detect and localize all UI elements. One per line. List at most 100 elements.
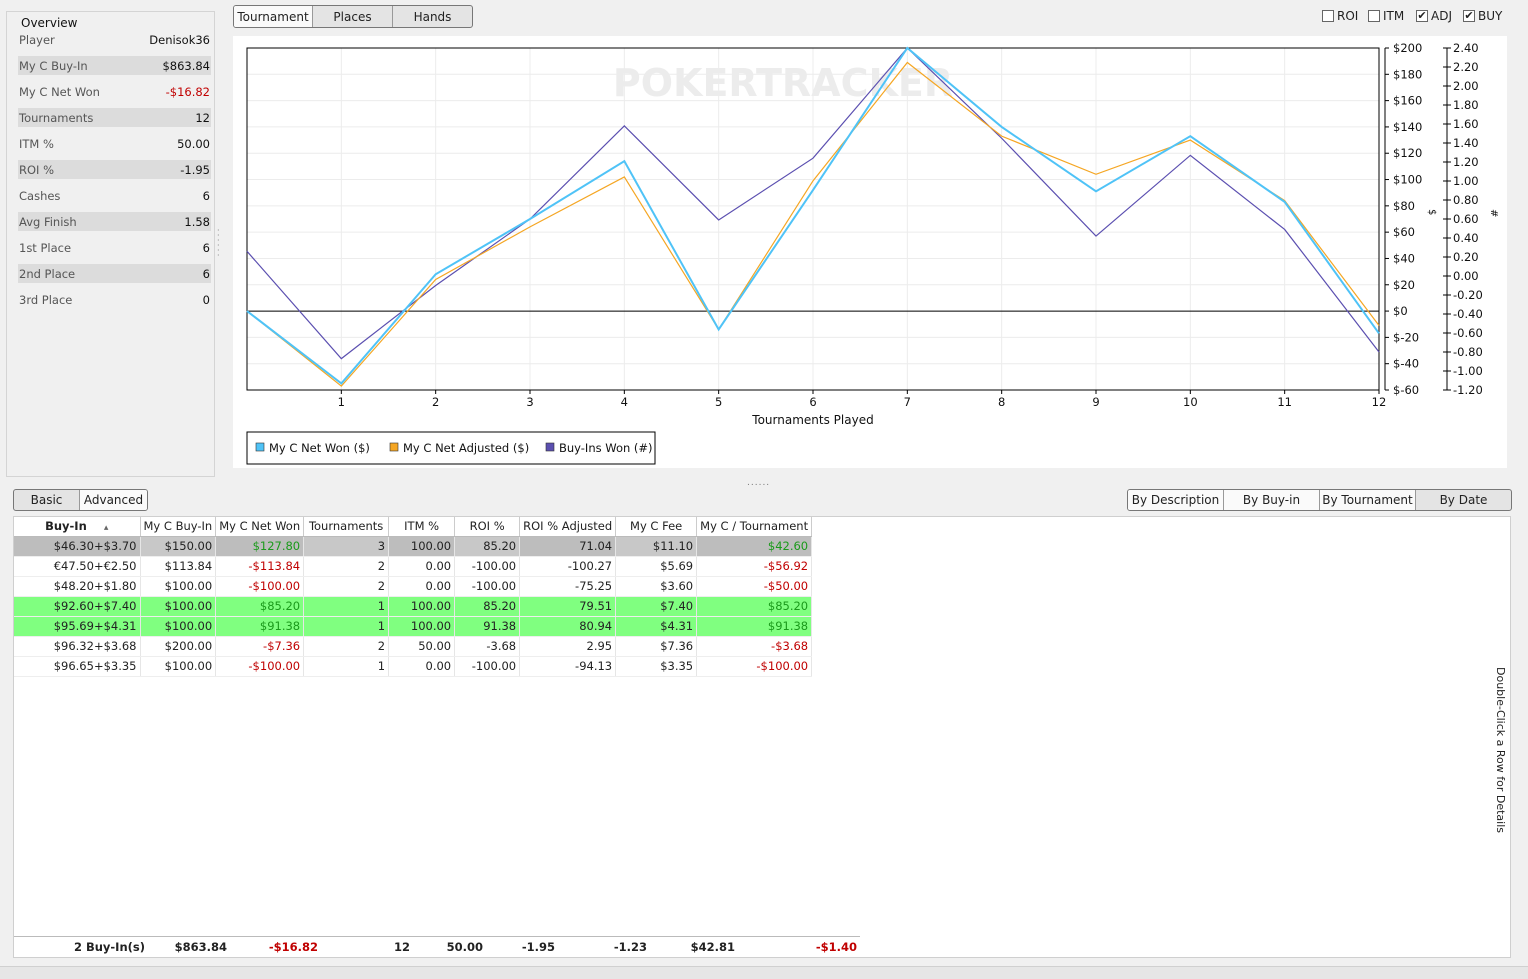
- overview-label: 2nd Place: [19, 266, 76, 281]
- table-row[interactable]: €47.50+€2.50 $113.84 -$113.84 2 0.00 -100.00-…: [14, 556, 813, 577]
- total-cell: 12: [393, 940, 410, 954]
- table-cell: -94.13: [519, 656, 617, 677]
- checkbox-adj[interactable]: ✔ ADJ: [1416, 9, 1452, 23]
- table-row[interactable]: $48.20+$1.80 $100.00 -$100.00 2 0.00 -100.00-…: [14, 576, 813, 597]
- x-tick-label: 2: [432, 395, 439, 409]
- table-cell: $100.00: [140, 656, 217, 677]
- overview-value: 6: [202, 240, 210, 255]
- total-cell: 2 Buy-In(s): [73, 940, 145, 954]
- tab-by-buy-in[interactable]: By Buy-in: [1224, 490, 1320, 510]
- column-header[interactable]: ROI %: [454, 517, 521, 537]
- table-cell: 2: [303, 576, 390, 597]
- dollar-axis-label: $: [1426, 209, 1437, 215]
- buyin-tick-label: 0.40: [1453, 231, 1479, 245]
- total-cell: 50.00: [446, 940, 483, 954]
- buyin-tick-label: 2.20: [1453, 60, 1479, 74]
- dollar-tick-label: $40: [1393, 251, 1415, 265]
- table-cell: -$3.68: [696, 636, 813, 657]
- table-cell: -100.00: [454, 556, 521, 577]
- checkbox-label: BUY: [1478, 9, 1503, 23]
- overview-value: $863.84: [162, 58, 210, 73]
- table-cell: -3.68: [454, 636, 521, 657]
- table-row[interactable]: $92.60+$7.40 $100.00 $85.20 1 100.00 85.20 79.…: [14, 596, 813, 617]
- table-cell: 3: [303, 536, 390, 557]
- overview-value: 6: [202, 188, 210, 203]
- buyin-tick-label: -0.40: [1453, 307, 1483, 321]
- overview-row: Avg Finish 1.58: [18, 212, 211, 231]
- tab-hands[interactable]: Hands: [393, 6, 472, 27]
- table-cell: 50.00: [388, 636, 456, 657]
- table-cell: -$100.00: [215, 576, 305, 597]
- dollar-tick-label: $0: [1393, 304, 1408, 318]
- checkbox-itm[interactable]: ITM: [1368, 9, 1404, 23]
- buyin-tick-label: -1.00: [1453, 364, 1483, 378]
- column-header[interactable]: Tournaments: [303, 517, 390, 537]
- overview-label: ROI %: [19, 162, 55, 177]
- overview-value: 0: [202, 292, 210, 307]
- table-row[interactable]: $96.65+$3.35 $100.00 -$100.00 1 0.00 -100.00-…: [14, 656, 813, 677]
- column-header-label: Buy-In: [45, 519, 87, 534]
- table-cell: -75.25: [519, 576, 617, 597]
- column-header[interactable]: ROI % Adjusted: [519, 517, 617, 537]
- table-cell: -$100.00: [215, 656, 305, 677]
- overview-value: Denisok36: [149, 32, 210, 47]
- view-tabs: Tournament Places Hands: [233, 5, 473, 28]
- buyin-tick-label: -0.60: [1453, 326, 1483, 340]
- checkmark-icon[interactable]: ✔: [1463, 10, 1475, 22]
- tab-by-date[interactable]: By Date: [1416, 490, 1511, 510]
- results-chart: POKERTRACKER1 2 3 4 5 6 7 8 9 10 11 12Tournaments P…: [246, 41, 1499, 465]
- table-cell: $91.38: [696, 616, 813, 637]
- x-tick-label: 3: [526, 395, 533, 409]
- x-tick-label: 6: [809, 395, 816, 409]
- overview-row: My C Net Won -$16.82: [18, 82, 211, 101]
- table-cell: 0.00: [388, 656, 456, 677]
- tab-by-description[interactable]: By Description: [1128, 490, 1224, 510]
- column-header[interactable]: Buy-In ▴: [14, 517, 141, 537]
- table-row[interactable]: $95.69+$4.31 $100.00 $91.38 1 100.00 91.38 80.…: [14, 616, 813, 637]
- buyin-tick-label: 0.80: [1453, 193, 1479, 207]
- detail-tabs: Basic Advanced: [13, 489, 148, 511]
- column-header-label: My C Fee: [630, 519, 683, 534]
- column-header[interactable]: My C Fee: [615, 517, 698, 537]
- column-header[interactable]: My C Net Won: [215, 517, 305, 537]
- column-header[interactable]: ITM %: [388, 517, 456, 537]
- overview-label: My C Net Won: [19, 84, 100, 99]
- table-row[interactable]: $46.30+$3.70 $150.00 $127.80 3 100.00 85.20 71…: [14, 536, 813, 557]
- tab-places[interactable]: Places: [313, 6, 393, 27]
- total-cell: $863.84: [174, 940, 227, 954]
- checkbox-empty-icon[interactable]: [1322, 10, 1334, 22]
- checkbox-empty-icon[interactable]: [1368, 10, 1380, 22]
- legend-swatch: [389, 442, 399, 452]
- table-cell: $7.40: [615, 596, 698, 617]
- table-cell: 85.20: [454, 596, 521, 617]
- overview-label: Player: [19, 32, 55, 47]
- table-cell: 85.20: [454, 536, 521, 557]
- column-header[interactable]: My C / Tournament: [696, 517, 813, 537]
- table-cell: $96.65+$3.35: [14, 656, 141, 677]
- horizontal-splitter-grip[interactable]: ......: [747, 478, 770, 488]
- table-cell: 0.00: [388, 556, 456, 577]
- x-tick-label: 8: [998, 395, 1005, 409]
- column-header[interactable]: My C Buy-In: [140, 517, 217, 537]
- table-cell: $85.20: [696, 596, 813, 617]
- table-cell: 71.04: [519, 536, 617, 557]
- table-cell: -100.00: [454, 656, 521, 677]
- total-cell: -1.23: [613, 940, 647, 954]
- checkbox-buy[interactable]: ✔ BUY: [1463, 9, 1502, 23]
- overview-row: 2nd Place 6: [18, 264, 211, 283]
- dollar-tick-label: $120: [1393, 146, 1422, 160]
- tab-by-tournament[interactable]: By Tournament: [1320, 490, 1416, 510]
- checkbox-roi[interactable]: ROI: [1322, 9, 1358, 23]
- tab-basic[interactable]: Basic: [14, 490, 80, 510]
- buyin-tick-label: 2.00: [1453, 79, 1479, 93]
- table-cell: 2: [303, 556, 390, 577]
- total-cell: -$16.82: [268, 940, 318, 954]
- table-cell: 100.00: [388, 596, 456, 617]
- vertical-splitter-grip[interactable]: · · · · · ·: [217, 227, 220, 260]
- checkmark-icon[interactable]: ✔: [1416, 10, 1428, 22]
- table-row[interactable]: $96.32+$3.68 $200.00 -$7.36 2 50.00 -3.68 2.95…: [14, 636, 813, 657]
- tab-advanced[interactable]: Advanced: [80, 490, 147, 510]
- table-cell: 2: [303, 636, 390, 657]
- dollar-tick-label: $200: [1393, 41, 1422, 55]
- tab-tournament[interactable]: Tournament: [234, 6, 313, 27]
